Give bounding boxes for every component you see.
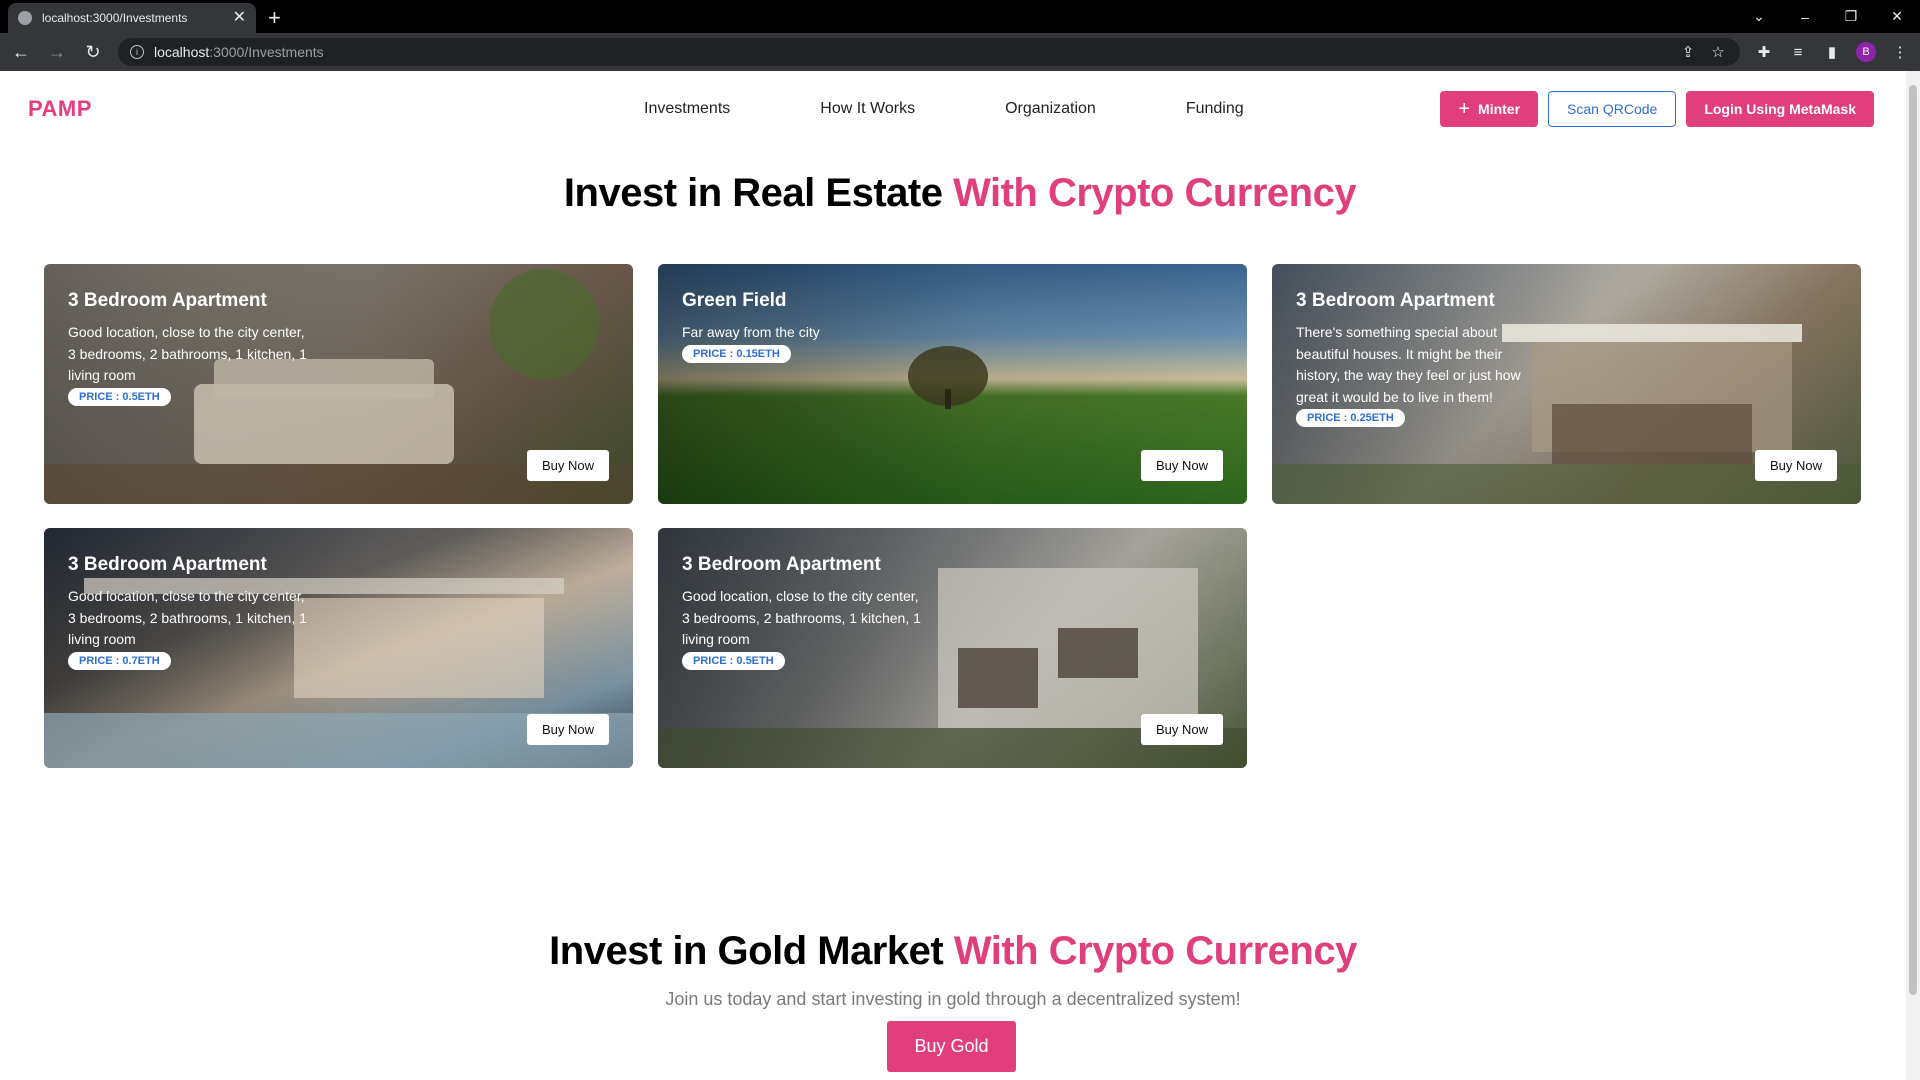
nav-funding[interactable]: Funding	[1186, 100, 1244, 118]
side-panel-icon[interactable]: ▮	[1822, 43, 1842, 61]
card-description: Far away from the city	[682, 324, 820, 340]
tab-search-icon[interactable]: ⌄	[1736, 8, 1782, 25]
scrollbar[interactable]	[1906, 71, 1920, 1080]
buy-gold-button[interactable]: Buy Gold	[887, 1021, 1016, 1072]
back-icon[interactable]: ←	[10, 43, 32, 61]
url-host: localhost	[154, 44, 210, 60]
info-icon[interactable]: i	[130, 45, 144, 59]
gold-subtitle: Join us today and start investing in gol…	[665, 989, 1241, 1009]
card-body: 3 Bedroom Apartment Good location, close…	[68, 290, 308, 406]
card-description: Good location, close to the city center,…	[68, 588, 307, 647]
price-badge: PRICE : 0.5ETH	[68, 387, 171, 406]
card-title: 3 Bedroom Apartment	[68, 554, 267, 575]
restore-icon[interactable]: ❐	[1828, 8, 1874, 25]
buy-now-button[interactable]: Buy Now	[526, 714, 609, 745]
share-icon[interactable]: ⇪	[1678, 43, 1698, 61]
card-description: Good location, close to the city center,…	[68, 324, 307, 383]
plus-icon: +	[1458, 98, 1471, 120]
card-title: 3 Bedroom Apartment	[68, 290, 267, 311]
buy-now-button[interactable]: Buy Now	[1754, 450, 1837, 481]
card-title: 3 Bedroom Apartment	[1296, 290, 1495, 311]
window-controls: ⌄ – ❐ ✕	[1736, 0, 1920, 33]
buy-now-button[interactable]: Buy Now	[526, 450, 609, 481]
hero-title-accent: With Crypto Currency	[953, 171, 1357, 215]
browser-tab-bar: localhost:3000/Investments ✕ + ⌄ – ❐ ✕	[0, 0, 1920, 33]
price-badge: PRICE : 0.25ETH	[1296, 409, 1405, 427]
minimize-icon[interactable]: –	[1782, 9, 1828, 25]
gold-title-main: Invest in Gold Market	[549, 929, 954, 973]
investment-grid: 3 Bedroom Apartment Good location, close…	[44, 264, 1861, 768]
media-icon[interactable]: ≡	[1788, 44, 1808, 61]
card-body: 3 Bedroom Apartment There's something sp…	[1296, 290, 1536, 427]
nav-investments[interactable]: Investments	[644, 100, 730, 118]
scan-qrcode-button[interactable]: Scan QRCode	[1548, 91, 1677, 127]
card-title: Green Field	[682, 290, 787, 311]
nav-how-it-works[interactable]: How It Works	[820, 100, 915, 118]
investment-card: Green Field Far away from the city PRICE…	[658, 264, 1247, 504]
nav-organization[interactable]: Organization	[1005, 100, 1096, 118]
browser-tab[interactable]: localhost:3000/Investments ✕	[8, 3, 256, 33]
buy-now-button[interactable]: Buy Now	[1140, 450, 1223, 481]
more-icon[interactable]: ⋮	[1890, 43, 1910, 61]
price-badge: PRICE : 0.5ETH	[682, 651, 785, 670]
card-body: 3 Bedroom Apartment Good location, close…	[682, 554, 922, 670]
site-header: PAMP Investments How It Works Organizati…	[0, 71, 1920, 147]
globe-icon	[18, 11, 32, 25]
tab-title: localhost:3000/Investments	[42, 11, 188, 25]
close-icon[interactable]: ✕	[233, 10, 246, 26]
card-description: There's something special about beautifu…	[1296, 324, 1521, 405]
card-title: 3 Bedroom Apartment	[682, 554, 881, 575]
header-actions: + Minter Scan QRCode Login Using MetaMas…	[1440, 91, 1874, 127]
hero-title-main: Invest in Real Estate	[563, 171, 954, 215]
investment-card: 3 Bedroom Apartment Good location, close…	[658, 528, 1247, 768]
price-badge: PRICE : 0.7ETH	[68, 651, 171, 670]
logo[interactable]: PAMP	[28, 96, 92, 122]
investment-card: 3 Bedroom Apartment Good location, close…	[44, 528, 633, 768]
extensions-icon[interactable]: ✚	[1754, 43, 1774, 61]
investment-card: 3 Bedroom Apartment Good location, close…	[44, 264, 633, 504]
main-nav: Investments How It Works Organization Fu…	[644, 71, 1334, 147]
card-body: Green Field Far away from the city PRICE…	[682, 290, 922, 363]
minter-label: Minter	[1478, 101, 1521, 117]
price-badge: PRICE : 0.15ETH	[682, 344, 791, 363]
page: PAMP Investments How It Works Organizati…	[0, 71, 1920, 1080]
address-bar[interactable]: i localhost:3000/Investments ⇪ ☆	[118, 38, 1740, 66]
close-window-icon[interactable]: ✕	[1874, 8, 1920, 25]
forward-icon[interactable]: →	[46, 43, 68, 61]
profile-avatar[interactable]: B	[1856, 42, 1876, 62]
card-description: Good location, close to the city center,…	[682, 588, 921, 647]
hero-title: Invest in Real Estate With Crypto Curren…	[0, 171, 1920, 216]
login-metamask-button[interactable]: Login Using MetaMask	[1686, 91, 1874, 127]
card-body: 3 Bedroom Apartment Good location, close…	[68, 554, 308, 670]
reload-icon[interactable]: ↻	[82, 43, 104, 61]
buy-now-button[interactable]: Buy Now	[1140, 714, 1223, 745]
scrollbar-thumb[interactable]	[1909, 85, 1917, 995]
new-tab-icon[interactable]: +	[268, 7, 281, 29]
investment-card: 3 Bedroom Apartment There's something sp…	[1272, 264, 1861, 504]
browser-toolbar: ← → ↻ i localhost:3000/Investments ⇪ ☆ ✚…	[0, 33, 1920, 71]
gold-title: Invest in Gold Market With Crypto Curren…	[0, 929, 1906, 974]
minter-button[interactable]: + Minter	[1440, 91, 1539, 127]
gold-title-accent: With Crypto Currency	[953, 929, 1358, 973]
star-icon[interactable]: ☆	[1708, 43, 1728, 61]
url-path: :3000/Investments	[209, 44, 324, 60]
